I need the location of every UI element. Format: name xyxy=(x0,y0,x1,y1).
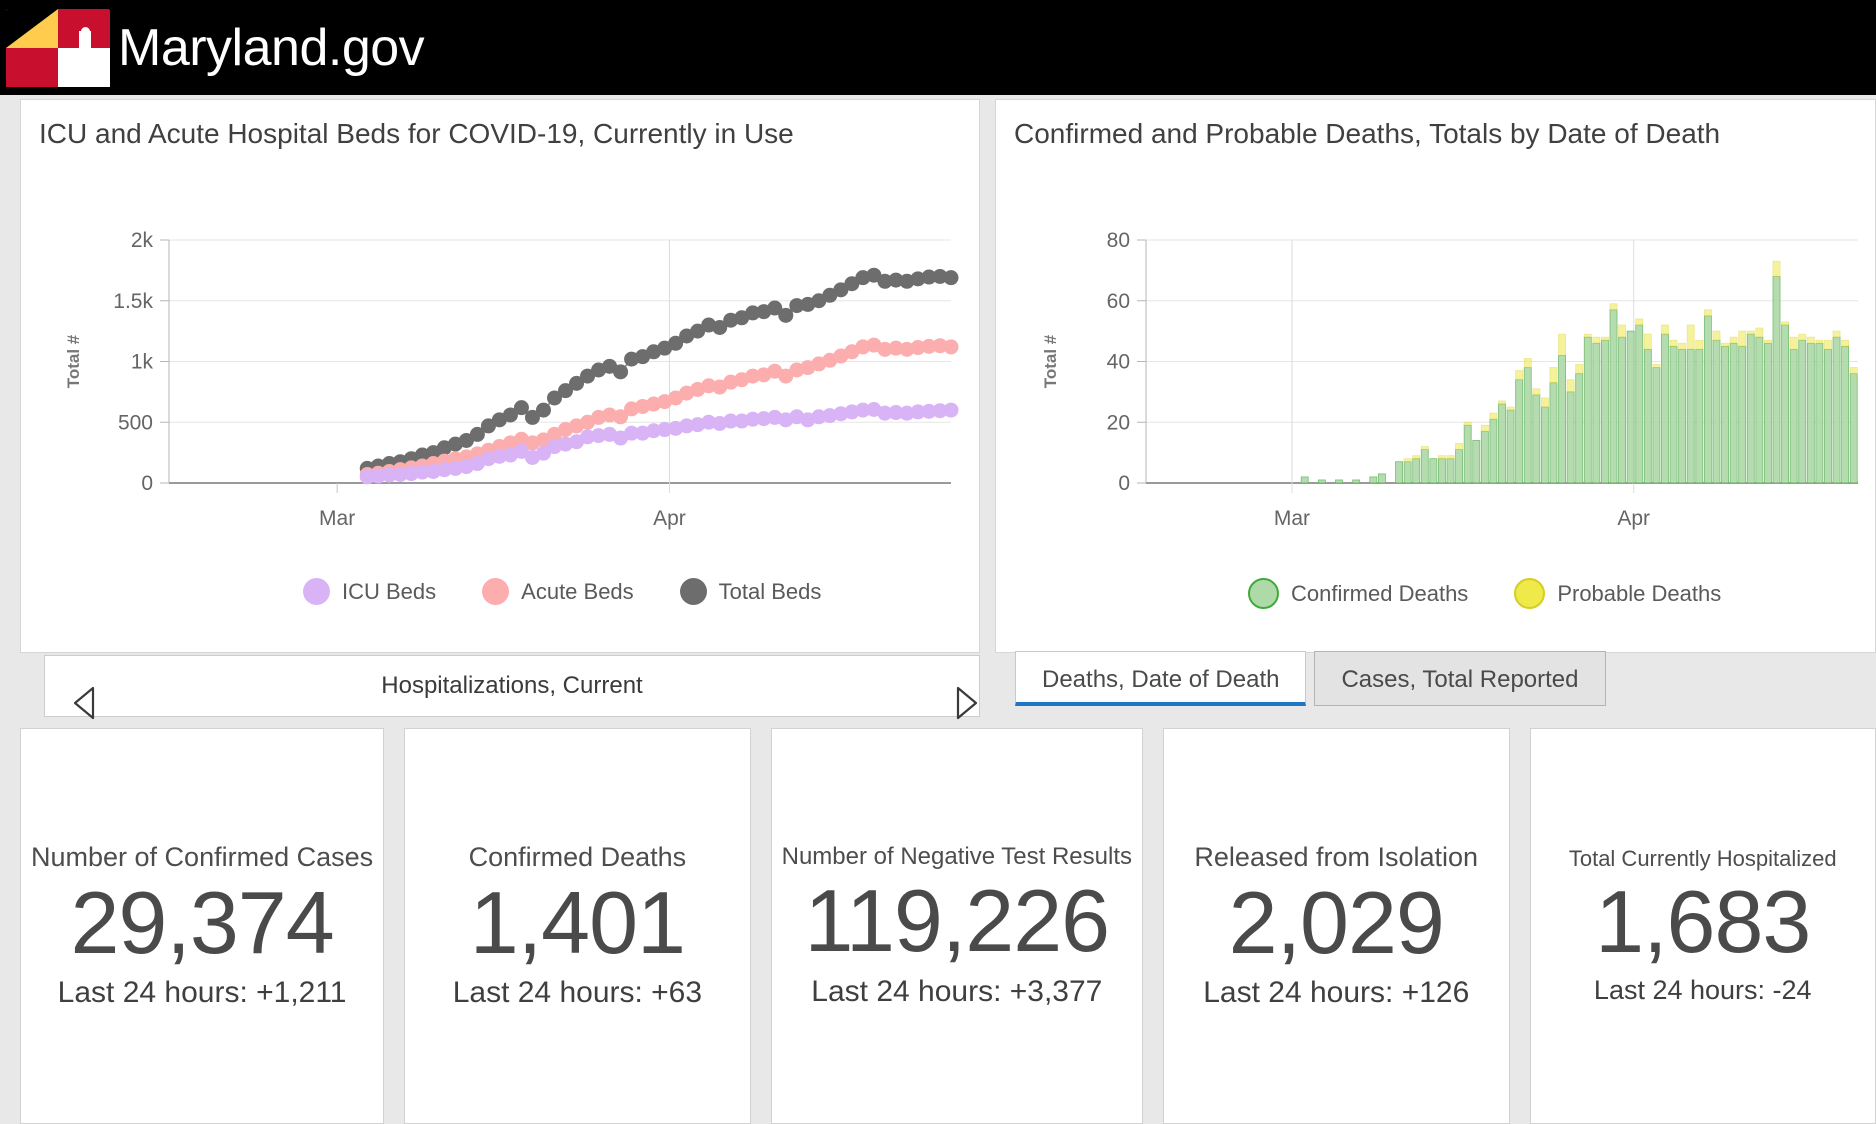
legend-swatch-icon xyxy=(303,578,330,605)
legend-label: Confirmed Deaths xyxy=(1291,580,1469,606)
stat-card-value: 1,401 xyxy=(469,872,686,972)
left-chart-title: ICU and Acute Hospital Beds for COVID-19… xyxy=(39,118,794,149)
legend-label: Acute Beds xyxy=(521,578,634,604)
svg-text:20: 20 xyxy=(1107,411,1130,434)
svg-text:500: 500 xyxy=(118,411,153,434)
svg-text:Apr: Apr xyxy=(653,507,686,530)
svg-text:1k: 1k xyxy=(131,351,154,374)
stat-card-delta: Last 24 hours: +126 xyxy=(1203,976,1470,1010)
legend-item[interactable]: Acute Beds xyxy=(482,578,634,605)
left-chart-plot: 0 500 1k 1.5k 2k Mar Apr Total # xyxy=(21,158,979,583)
tab-cases-total-reported[interactable]: Cases, Total Reported xyxy=(1314,651,1606,706)
stat-card-delta: Last 24 hours: -24 xyxy=(1593,975,1812,1006)
svg-text:1.5k: 1.5k xyxy=(113,290,153,313)
svg-text:Total #: Total # xyxy=(1041,334,1060,388)
chart-pager[interactable]: Hospitalizations, Current xyxy=(44,655,980,720)
legend-swatch-icon xyxy=(1514,578,1546,609)
legend-swatch-icon xyxy=(679,578,707,605)
stat-card-delta: Last 24 hours: +63 xyxy=(452,976,703,1010)
stat-card-title: Released from Isolation xyxy=(1194,841,1479,872)
hospital-beds-panel: ICU and Acute Hospital Beds for COVID-19… xyxy=(20,99,980,653)
chart-tabs[interactable]: Deaths, Date of Death Cases, Total Report… xyxy=(1015,651,1606,706)
stat-card-value: 29,374 xyxy=(70,872,334,972)
legend-item[interactable]: ICU Beds xyxy=(303,578,436,605)
legend-label: Probable Deaths xyxy=(1557,580,1722,606)
svg-text:Mar: Mar xyxy=(1274,507,1310,530)
svg-text:Mar: Mar xyxy=(319,507,355,530)
svg-text:Total #: Total # xyxy=(64,334,83,388)
site-title: Maryland.gov xyxy=(118,18,425,77)
svg-text:2k: 2k xyxy=(131,229,154,252)
left-chart-legend: ICU Beds Acute Beds Total Beds xyxy=(303,578,821,605)
svg-text:Apr: Apr xyxy=(1617,507,1650,530)
stat-card-value: 1,683 xyxy=(1595,871,1811,971)
stat-card: Released from Isolation 2,029 Last 24 hour… xyxy=(1163,728,1510,1124)
right-chart-title: Confirmed and Probable Deaths, Totals by… xyxy=(1014,118,1721,149)
svg-text:60: 60 xyxy=(1107,290,1130,313)
stat-card-value: 2,029 xyxy=(1228,872,1445,972)
stat-card: Number of Negative Test Results 119,226 La… xyxy=(770,728,1144,1124)
right-chart-svg[interactable]: 0 20 40 60 80 Mar Apr Total # xyxy=(996,158,1875,578)
stat-card: Number of Confirmed Cases 29,374 Last 24 h… xyxy=(20,728,385,1124)
legend-item[interactable]: Confirmed Deaths xyxy=(1248,578,1468,609)
stat-card-title: Number of Negative Test Results xyxy=(781,843,1133,871)
right-chart-legend: Confirmed Deaths Probable Deaths xyxy=(1248,578,1721,609)
tab-deaths-date-of-death[interactable]: Deaths, Date of Death xyxy=(1015,651,1307,706)
site-header: Maryland.gov xyxy=(0,0,1876,95)
stat-card-delta: Last 24 hours: +1,211 xyxy=(57,976,347,1010)
stat-card-value: 119,226 xyxy=(804,871,1111,971)
stat-card-delta: Last 24 hours: +3,377 xyxy=(811,974,1103,1008)
stat-card-title: Number of Confirmed Cases xyxy=(31,841,374,872)
dashboard-body: ICU and Acute Hospital Beds for COVID-19… xyxy=(0,95,1876,1124)
svg-text:0: 0 xyxy=(141,472,153,495)
stat-card: Confirmed Deaths 1,401 Last 24 hours: +63 xyxy=(404,728,751,1124)
legend-item[interactable]: Total Beds xyxy=(679,578,822,605)
svg-text:0: 0 xyxy=(1118,472,1130,495)
legend-swatch-icon xyxy=(1248,578,1279,609)
legend-item[interactable]: Probable Deaths xyxy=(1514,578,1721,609)
stat-card-title: Total Currently Hospitalized xyxy=(1568,845,1837,871)
stat-cards: Number of Confirmed Cases 29,374 Last 24 h… xyxy=(20,728,1876,1124)
left-chart-svg[interactable]: 0 500 1k 1.5k 2k Mar Apr Total # xyxy=(21,158,979,578)
legend-label: Total Beds xyxy=(718,578,822,604)
legend-swatch-icon xyxy=(482,578,510,605)
svg-text:80: 80 xyxy=(1107,229,1130,252)
svg-text:40: 40 xyxy=(1107,351,1130,374)
deaths-panel: Confirmed and Probable Deaths, Totals by… xyxy=(995,99,1876,653)
stat-card-title: Confirmed Deaths xyxy=(468,841,687,872)
maryland-flag-icon xyxy=(6,8,110,87)
legend-label: ICU Beds xyxy=(342,578,437,604)
pager-label: Hospitalizations, Current xyxy=(381,672,643,699)
stat-card: Total Currently Hospitalized 1,683 Last 24… xyxy=(1529,728,1876,1124)
right-chart-plot: 0 20 40 60 80 Mar Apr Total # xyxy=(996,158,1875,583)
